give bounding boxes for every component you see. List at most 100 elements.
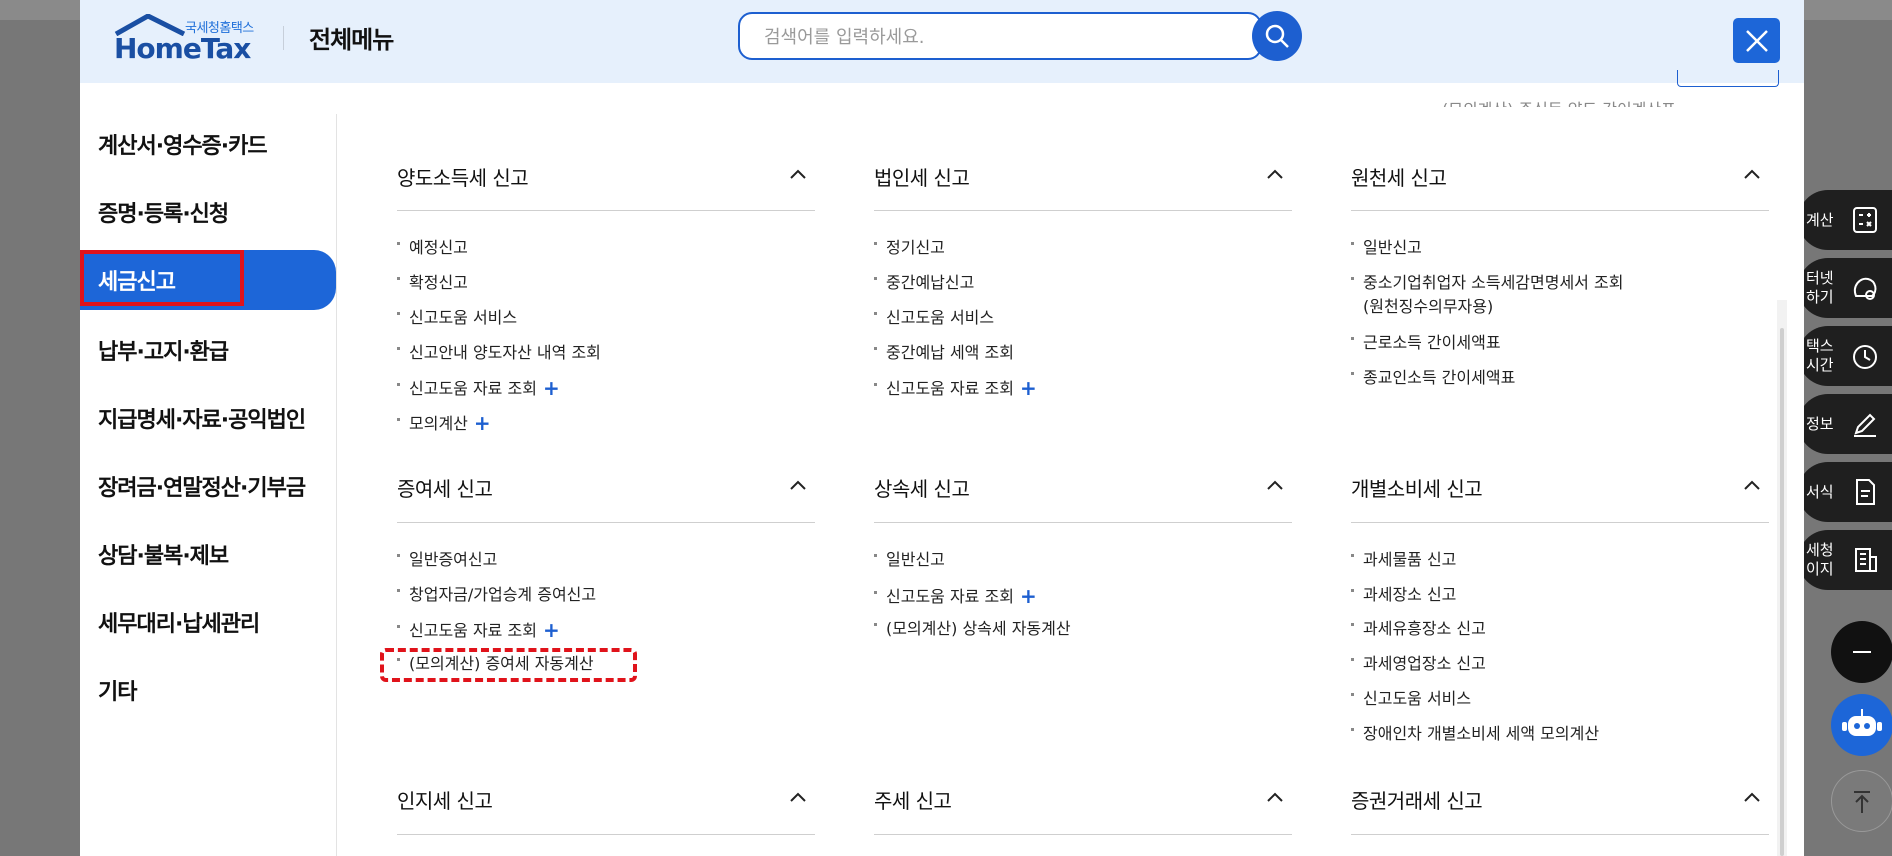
modal-header: 국세청홈택스 HomeTax 전체메뉴 — [80, 0, 1804, 83]
link-item-continuation[interactable]: (원천징수의무자용) — [1363, 296, 1493, 318]
expand-plus-icon[interactable]: + — [474, 411, 491, 435]
link-item[interactable]: 신고도움 서비스 — [1351, 688, 1471, 710]
quick-item-nts[interactable]: 세청 이지 — [1798, 530, 1892, 590]
quick-item-time[interactable]: 택스 시간 — [1798, 326, 1892, 386]
section-title[interactable]: 주세 신고 — [874, 785, 952, 814]
quick-item-internet[interactable]: 터넷 하기 — [1798, 258, 1892, 318]
section-title[interactable]: 원천세 신고 — [1351, 162, 1447, 191]
quick-item-label: 계산 — [1806, 210, 1834, 229]
section-divider — [874, 522, 1292, 523]
link-item[interactable]: 일반증여신고 — [397, 549, 497, 571]
chatbot-button[interactable] — [1831, 694, 1892, 756]
quick-item-label: 택스 시간 — [1806, 337, 1834, 374]
collapse-button[interactable] — [1831, 621, 1892, 683]
chevron-up-icon[interactable] — [1743, 791, 1761, 803]
section-title[interactable]: 인지세 신고 — [397, 785, 493, 814]
document-icon — [1856, 479, 1875, 505]
link-item[interactable]: 중간예납신고 — [874, 272, 974, 294]
sidebar-item-certificate[interactable]: 증명·등록·신청 — [98, 196, 229, 228]
link-item[interactable]: 일반신고 — [874, 549, 945, 571]
link-item[interactable]: 신고도움 서비스 — [874, 307, 994, 329]
expand-plus-icon[interactable]: + — [1020, 376, 1037, 400]
sidebar-item-incentive[interactable]: 장려금·연말정산·기부금 — [98, 470, 306, 502]
highlight-annotation — [380, 648, 637, 682]
link-item[interactable]: 종교인소득 간이세액표 — [1351, 367, 1515, 389]
close-button[interactable] — [1733, 18, 1780, 63]
link-item[interactable]: 신고도움 자료 조회 + — [874, 584, 1037, 608]
scrollbar-thumb[interactable] — [1780, 328, 1784, 856]
link-item[interactable]: 장애인차 개별소비세 세액 모의계산 — [1351, 723, 1599, 745]
link-item[interactable]: 신고도움 자료 조회 + — [397, 618, 560, 642]
chevron-up-icon[interactable] — [1266, 791, 1284, 803]
expand-plus-icon[interactable]: + — [543, 376, 560, 400]
link-item[interactable]: 근로소득 간이세액표 — [1351, 332, 1501, 354]
link-item[interactable]: 신고안내 양도자산 내역 조회 — [397, 342, 601, 364]
category-sidebar: 계산서·영수증·카드 증명·등록·신청 세금신고 납부·고지·환급 지급명세·자… — [80, 114, 336, 856]
search-icon — [1265, 24, 1289, 48]
chevron-up-icon[interactable] — [789, 791, 807, 803]
section-divider — [1351, 210, 1769, 211]
link-item[interactable]: 중간예납 세액 조회 — [874, 342, 1014, 364]
sidebar-item-etc[interactable]: 기타 — [98, 674, 137, 706]
chevron-up-icon[interactable] — [1743, 479, 1761, 491]
hometax-logo[interactable]: 국세청홈택스 HomeTax — [114, 14, 264, 65]
quick-item-label: 터넷 하기 — [1806, 269, 1834, 306]
close-icon — [1745, 29, 1768, 52]
chevron-up-icon[interactable] — [1743, 168, 1761, 180]
link-item[interactable]: 일반신고 — [1351, 237, 1422, 259]
header-divider — [283, 26, 284, 50]
link-item[interactable]: 과세장소 신고 — [1351, 584, 1456, 606]
chevron-up-icon[interactable] — [789, 168, 807, 180]
search-input[interactable] — [762, 22, 1216, 52]
quick-item-label: 세청 이지 — [1806, 541, 1834, 578]
section-title[interactable]: 법인세 신고 — [874, 162, 970, 191]
quick-item-label: 서식 — [1806, 482, 1834, 501]
sidebar-item-invoice[interactable]: 계산서·영수증·카드 — [98, 128, 268, 160]
full-menu-modal: 국세청홈택스 HomeTax 전체메뉴 계산서·영수증·카드 증명·등록·신청 … — [80, 0, 1804, 856]
chevron-up-icon[interactable] — [789, 479, 807, 491]
search-box — [738, 12, 1262, 60]
quick-item-forms[interactable]: 서식 — [1798, 462, 1892, 522]
link-item[interactable]: 신고도움 서비스 — [397, 307, 517, 329]
sidebar-item-payment[interactable]: 납부·고지·환급 — [98, 334, 229, 366]
building-icon — [1855, 548, 1877, 572]
section-title[interactable]: 증권거래세 신고 — [1351, 785, 1483, 814]
link-item[interactable]: 과세물품 신고 — [1351, 549, 1456, 571]
expand-plus-icon[interactable]: + — [543, 618, 560, 642]
sidebar-item-agent[interactable]: 세무대리·납세관리 — [98, 606, 260, 638]
clock-icon — [1853, 345, 1877, 369]
link-item[interactable]: 확정신고 — [397, 272, 468, 294]
section-divider — [1351, 522, 1769, 523]
link-item[interactable]: 과세유흥장소 신고 — [1351, 618, 1486, 640]
search-button[interactable] — [1252, 11, 1302, 61]
arrow-up-icon — [1854, 791, 1870, 813]
link-item[interactable]: 중소기업취업자 소득세감면명세서 조회 — [1351, 272, 1623, 294]
link-item[interactable]: 신고도움 자료 조회 + — [397, 376, 560, 400]
expand-plus-icon[interactable]: + — [1020, 584, 1037, 608]
clipped-button[interactable] — [1677, 70, 1779, 87]
chat-icon — [1854, 277, 1877, 300]
quick-item-calc[interactable]: 계산 — [1798, 190, 1892, 250]
sidebar-item-statements[interactable]: 지급명세·자료·공익법인 — [98, 402, 306, 434]
link-item[interactable]: (모의계산) 상속세 자동계산 — [874, 618, 1071, 640]
section-divider — [1351, 834, 1769, 835]
chevron-up-icon[interactable] — [1266, 479, 1284, 491]
section-title[interactable]: 증여세 신고 — [397, 473, 493, 502]
section-divider — [397, 834, 815, 835]
robot-icon — [1842, 709, 1882, 736]
section-title[interactable]: 상속세 신고 — [874, 473, 970, 502]
link-item[interactable]: 정기신고 — [874, 237, 945, 259]
section-title[interactable]: 개별소비세 신고 — [1351, 473, 1483, 502]
link-item[interactable]: 예정신고 — [397, 237, 468, 259]
clipped-link[interactable]: (모의계산) 주식등 양도 간이계산표 — [1442, 96, 1676, 107]
section-title[interactable]: 양도소득세 신고 — [397, 162, 529, 191]
section-divider — [397, 210, 815, 211]
quick-item-info[interactable]: 정보 — [1798, 394, 1892, 454]
link-item[interactable]: 모의계산 + — [397, 411, 491, 435]
sidebar-item-consult[interactable]: 상담·불복·제보 — [98, 538, 229, 570]
scroll-top-button[interactable] — [1831, 770, 1892, 832]
link-item[interactable]: 과세영업장소 신고 — [1351, 653, 1486, 675]
link-item[interactable]: 창업자금/가업승계 증여신고 — [397, 584, 596, 606]
chevron-up-icon[interactable] — [1266, 168, 1284, 180]
link-item[interactable]: 신고도움 자료 조회 + — [874, 376, 1037, 400]
